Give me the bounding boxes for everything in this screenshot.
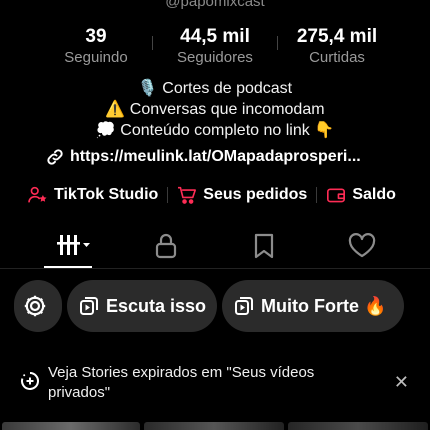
balance-button[interactable]: Saldo	[326, 186, 396, 204]
settings-chip[interactable]	[14, 280, 62, 332]
profile-handle: @papomixcast	[165, 0, 265, 10]
quick-links: TikTok Studio Seus pedidos Saldo	[28, 183, 396, 207]
tab-favorites[interactable]	[234, 226, 294, 266]
orders-label: Seus pedidos	[203, 186, 308, 203]
tab-private[interactable]	[136, 226, 196, 266]
orders-button[interactable]: Seus pedidos	[177, 186, 307, 204]
playlist-chip-escuta-isso[interactable]: Escuta isso	[67, 280, 217, 332]
playlist-icon	[235, 297, 253, 315]
stat-followers-value: 44,5 mil	[180, 26, 250, 47]
grid-icon	[57, 235, 90, 255]
cart-icon	[178, 186, 197, 204]
stat-likes-value: 275,4 mil	[296, 26, 378, 47]
stories-banner-text: Veja Stories expirados em "Seus vídeos p…	[48, 364, 315, 401]
stat-following[interactable]: 39 Seguindo	[56, 26, 136, 68]
close-icon[interactable]: ✕	[394, 373, 409, 391]
stat-following-value: 39	[85, 26, 107, 47]
user-star-icon	[28, 186, 47, 203]
story-add-icon	[21, 372, 39, 390]
video-grid	[0, 422, 430, 430]
lock-icon	[155, 233, 177, 259]
stat-divider	[152, 36, 153, 50]
playlist-chip-muito-forte[interactable]: Muito Forte 🔥	[222, 280, 404, 332]
profile-stats: 39 Seguindo 44,5 mil Seguidores 275,4 mi…	[0, 26, 430, 70]
profile-bio: 🎙️ Cortes de podcast ⚠️ Conversas que in…	[0, 78, 430, 141]
stat-following-label: Seguindo	[64, 49, 128, 66]
tiktok-studio-button[interactable]: TikTok Studio	[28, 186, 158, 204]
wallet-icon	[327, 188, 346, 203]
bio-line: 💭 Conteúdo completo no link 👇	[95, 122, 335, 139]
bio-link-text: https://meulink.lat/OMapadaprosperi...	[70, 148, 361, 165]
stat-followers[interactable]: 44,5 mil Seguidores	[160, 26, 270, 68]
stat-divider	[277, 36, 278, 50]
profile-tabs	[0, 226, 430, 270]
quick-divider	[316, 187, 318, 203]
stat-likes-label: Curtidas	[309, 49, 365, 66]
heart-icon	[348, 233, 376, 258]
stories-banner[interactable]: Veja Stories expirados em "Seus vídeos p…	[20, 363, 415, 405]
stat-likes[interactable]: 275,4 mil Curtidas	[282, 26, 392, 68]
video-thumbnail[interactable]	[2, 422, 140, 430]
playlist-chip-label: Escuta isso	[106, 295, 207, 316]
link-icon	[47, 149, 63, 165]
bookmark-icon	[254, 233, 274, 259]
balance-label: Saldo	[352, 186, 396, 203]
video-thumbnail[interactable]	[288, 422, 428, 430]
playlist-icon	[80, 297, 98, 315]
playlist-chip-label: Muito Forte 🔥	[261, 295, 387, 316]
video-thumbnail[interactable]	[144, 422, 284, 430]
bio-link[interactable]: https://meulink.lat/OMapadaprosperi...	[46, 146, 361, 168]
bio-line: 🎙️ Cortes de podcast	[137, 80, 293, 97]
tab-videos[interactable]	[40, 226, 100, 266]
quick-divider	[167, 187, 169, 203]
gear-icon	[24, 295, 45, 317]
bio-line: ⚠️ Conversas que incomodam	[105, 101, 325, 118]
tiktok-studio-label: TikTok Studio	[54, 186, 159, 203]
tab-liked[interactable]	[332, 226, 392, 266]
stat-followers-label: Seguidores	[177, 49, 253, 66]
tabs-divider	[0, 268, 430, 269]
